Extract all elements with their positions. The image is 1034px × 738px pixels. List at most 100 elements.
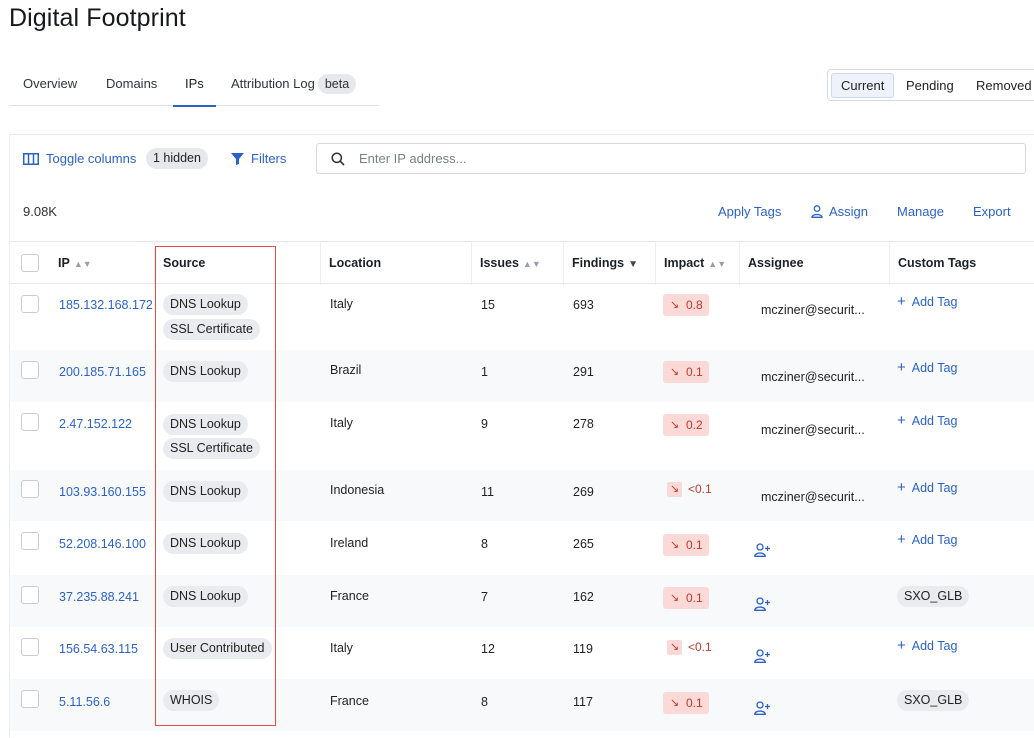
plus-icon: + — [897, 531, 906, 548]
trend-down-icon: ↘ — [669, 538, 680, 551]
toggle-columns-button[interactable]: Toggle columns — [23, 151, 136, 167]
filters-button[interactable]: Filters — [231, 151, 286, 167]
tab-attribution-log[interactable]: Attribution Log beta — [231, 68, 357, 106]
add-tag-button[interactable]: + Add Tag — [897, 479, 957, 496]
issues-count: 15 — [481, 298, 495, 312]
apply-tags-button[interactable]: Apply Tags — [718, 204, 781, 219]
trend-down-icon: ↘ — [667, 481, 682, 497]
add-tag-button[interactable]: + Add Tag — [897, 359, 957, 376]
ip-link[interactable]: 103.93.160.155 — [59, 485, 146, 499]
tab-ips[interactable]: IPs — [173, 68, 216, 107]
table-row: 185.132.168.172 DNS Lookup SSL Certifica… — [10, 284, 1034, 350]
source-pill: User Contributed — [163, 638, 272, 659]
location-text: Ireland — [330, 536, 369, 550]
table-row: 5.11.56.6 WHOIS France 8 117 ↘ 0.1 SXO_GL… — [10, 679, 1034, 731]
add-tag-button[interactable]: + Add Tag — [897, 637, 957, 654]
search-icon — [331, 151, 345, 166]
impact-badge: ↘ 0.2 — [663, 414, 709, 436]
custom-tag-pill[interactable]: SXO_GLB — [897, 690, 970, 711]
sort-icon: ▲▼ — [522, 259, 541, 269]
user-icon — [811, 205, 823, 218]
column-header-issues[interactable]: Issues ▲▼ — [472, 242, 564, 285]
row-checkbox[interactable] — [21, 413, 39, 431]
ip-link[interactable]: 185.132.168.172 — [59, 298, 153, 312]
table-row: 2.47.152.122 DNS Lookup SSL Certificate … — [10, 402, 1034, 470]
plus-icon: + — [897, 359, 906, 376]
result-count: 9.08K — [23, 204, 57, 219]
column-header-findings[interactable]: Findings ▼ — [564, 242, 656, 285]
tab-domains[interactable]: Domains — [106, 68, 157, 106]
ip-link[interactable]: 37.235.88.241 — [59, 590, 139, 604]
assign-user-icon[interactable] — [754, 701, 771, 715]
column-header-impact[interactable]: Impact ▲▼ — [656, 242, 740, 285]
manage-button[interactable]: Manage — [897, 204, 944, 219]
plus-icon: + — [897, 479, 906, 496]
row-checkbox[interactable] — [21, 361, 39, 379]
source-pill: SSL Certificate — [163, 319, 260, 340]
row-checkbox[interactable] — [21, 295, 39, 313]
source-pill: DNS Lookup — [163, 586, 248, 607]
location-text: Italy — [330, 297, 353, 311]
sort-icon: ▲▼ — [73, 259, 92, 269]
row-checkbox[interactable] — [21, 690, 39, 708]
assign-user-icon[interactable] — [754, 597, 771, 611]
assign-user-icon[interactable] — [754, 543, 771, 557]
column-header-ip[interactable]: IP ▲▼ — [50, 242, 155, 285]
ip-link[interactable]: 5.11.56.6 — [59, 695, 110, 709]
status-removed-button[interactable]: Removed — [967, 73, 1034, 98]
beta-badge: beta — [317, 74, 357, 94]
toggle-columns-label: Toggle columns — [46, 151, 137, 166]
add-tag-button[interactable]: + Add Tag — [897, 293, 957, 310]
row-checkbox[interactable] — [21, 586, 39, 604]
location-text: Italy — [330, 416, 353, 430]
ip-search-input[interactable] — [359, 151, 999, 166]
issues-count: 12 — [481, 642, 495, 656]
assignee-email: mcziner@securit... — [761, 490, 865, 504]
ip-link[interactable]: 200.185.71.165 — [59, 365, 146, 379]
impact-badge: ↘ 0.1 — [663, 692, 709, 714]
ip-link[interactable]: 2.47.152.122 — [59, 417, 132, 431]
column-header-assignee: Assignee — [740, 242, 890, 285]
plus-icon: + — [897, 293, 906, 310]
table-header: IP ▲▼ Source Location Issues ▲▼ Findings ▼ … — [10, 241, 1034, 285]
ip-link[interactable]: 156.54.63.115 — [59, 642, 138, 656]
assign-button[interactable]: Assign — [811, 204, 868, 219]
source-pill: WHOIS — [163, 690, 220, 711]
findings-count: 117 — [573, 695, 593, 709]
location-text: France — [330, 589, 369, 603]
issues-count: 11 — [481, 485, 494, 499]
location-text: Brazil — [330, 363, 362, 377]
row-checkbox[interactable] — [21, 480, 39, 498]
source-pill: DNS Lookup — [163, 533, 248, 554]
row-checkbox[interactable] — [21, 532, 39, 550]
export-button[interactable]: Export — [973, 204, 1011, 219]
add-tag-button[interactable]: + Add Tag — [897, 412, 957, 429]
issues-count: 8 — [481, 537, 488, 551]
tab-overview[interactable]: Overview — [23, 68, 77, 106]
source-pill: DNS Lookup — [163, 361, 248, 382]
table-row: 156.54.63.115 User Contributed Italy 12 … — [10, 627, 1034, 679]
location-text: France — [330, 694, 369, 708]
assign-user-icon[interactable] — [754, 649, 771, 663]
row-checkbox[interactable] — [21, 638, 39, 656]
ip-link[interactable]: 52.208.146.100 — [59, 537, 146, 551]
status-pending-button[interactable]: Pending — [897, 73, 963, 98]
status-current-button[interactable]: Current — [831, 73, 895, 98]
findings-count: 269 — [573, 485, 594, 499]
assignee-email: mcziner@securit... — [761, 423, 865, 437]
trend-down-icon: ↘ — [669, 418, 680, 431]
impact-badge: ↘ 0.1 — [663, 361, 709, 383]
issues-count: 8 — [481, 695, 488, 709]
tab-bar: Overview Domains IPs Attribution Log beta — [9, 68, 379, 107]
page-title: Digital Footprint — [9, 4, 186, 32]
table-row: 37.235.88.241 DNS Lookup France 7 162 ↘ 0… — [10, 575, 1034, 627]
findings-count: 693 — [573, 298, 594, 312]
trend-down-icon: ↘ — [667, 639, 682, 655]
plus-icon: + — [897, 637, 906, 654]
custom-tag-pill[interactable]: SXO_GLB — [897, 586, 970, 607]
select-all-checkbox[interactable] — [21, 254, 39, 272]
trend-down-icon: ↘ — [669, 365, 680, 378]
impact-badge: ↘ <0.1 — [663, 478, 718, 500]
findings-count: 278 — [573, 417, 594, 431]
add-tag-button[interactable]: + Add Tag — [897, 531, 957, 548]
